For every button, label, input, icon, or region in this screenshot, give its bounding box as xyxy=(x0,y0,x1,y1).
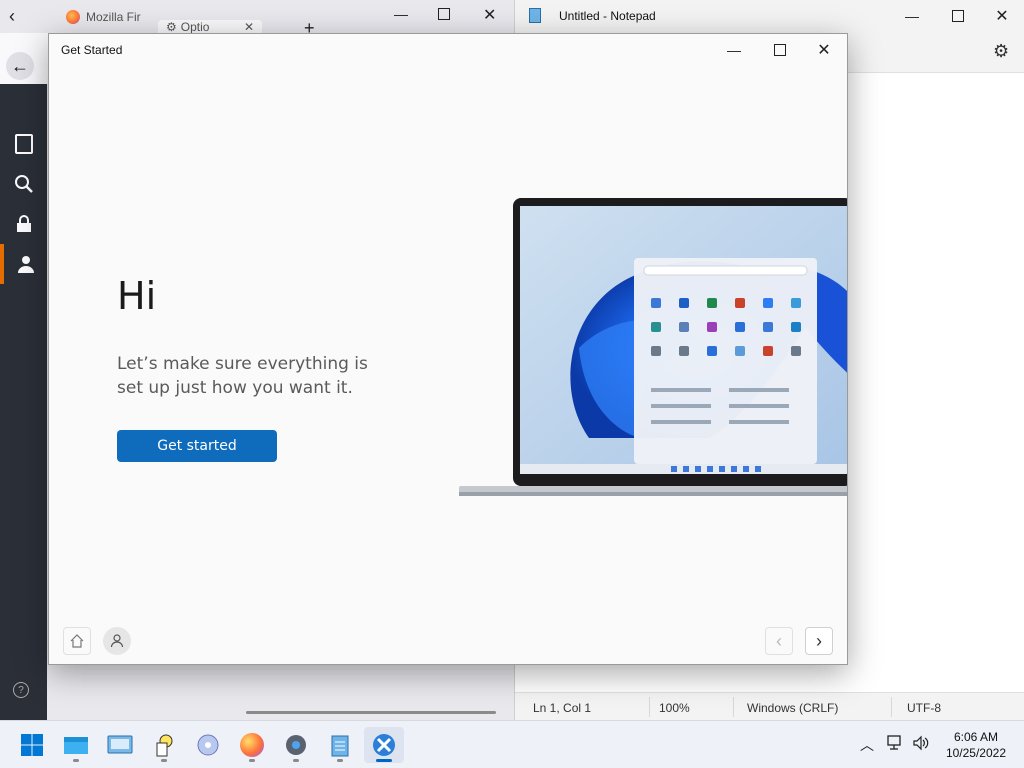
system-clock[interactable]: 6:06 AM 10/25/2022 xyxy=(946,729,1006,761)
firefox-icon xyxy=(66,9,80,24)
running-indicator xyxy=(337,759,343,762)
notepad-titlebar: Untitled - Notepad — ✕ xyxy=(515,0,1024,32)
maximize-icon[interactable] xyxy=(438,8,450,20)
settings-gear-icon xyxy=(286,735,306,755)
taskbar-get-started[interactable] xyxy=(364,727,404,763)
status-divider xyxy=(649,697,650,717)
notepad-status-bar: Ln 1, Col 1 100% Windows (CRLF) UTF-8 xyxy=(515,692,1024,721)
firefox-preferences-sidebar: ? xyxy=(0,84,47,720)
folder-icon xyxy=(64,737,88,754)
notepad-icon xyxy=(331,735,349,757)
get-started-button[interactable]: Get started xyxy=(117,430,277,462)
line-ending: Windows (CRLF) xyxy=(747,701,839,715)
windows-logo-icon xyxy=(21,734,43,756)
page-heading: Hi xyxy=(117,274,157,318)
firefox-tab-bar: ‹ Mozilla Fir ⚙ Optio ✕ + — ✕ xyxy=(0,0,514,38)
laptop-illustration xyxy=(459,198,847,498)
account-icon[interactable] xyxy=(0,244,47,284)
get-started-icon xyxy=(373,734,395,756)
clock-date: 10/25/2022 xyxy=(945,746,1006,760)
encoding: UTF-8 xyxy=(907,701,941,715)
minimize-button[interactable]: — xyxy=(711,34,757,66)
media-disc-icon xyxy=(197,734,219,756)
running-indicator xyxy=(161,759,167,762)
taskbar: ︿ 6:06 AM 10/25/2022 xyxy=(0,720,1024,768)
tab-label: Mozilla Fir xyxy=(86,9,141,24)
tab-label: Optio xyxy=(180,20,210,33)
taskbar-settings[interactable] xyxy=(276,727,316,763)
page-subtitle: Let’s make sure everything is set up jus… xyxy=(117,354,368,398)
settings-gear-icon[interactable]: ⚙ xyxy=(993,41,1009,62)
status-divider xyxy=(891,697,892,717)
start-button[interactable] xyxy=(12,727,52,763)
home-button[interactable] xyxy=(63,627,91,655)
notepad-icon xyxy=(529,8,541,23)
active-indicator xyxy=(376,759,392,762)
gear-icon: ⚙ xyxy=(166,20,177,33)
taskbar-tips[interactable] xyxy=(144,727,184,763)
lightbulb-icon xyxy=(156,734,173,757)
network-icon[interactable] xyxy=(886,734,904,757)
help-icon[interactable]: ? xyxy=(13,682,29,698)
cursor-position: Ln 1, Col 1 xyxy=(533,701,592,715)
search-icon[interactable] xyxy=(0,164,47,204)
taskbar-firefox[interactable] xyxy=(232,727,272,763)
chevron-left-icon: ‹ xyxy=(776,630,782,651)
status-divider xyxy=(733,697,734,717)
close-tab-icon[interactable]: ✕ xyxy=(244,20,254,33)
general-icon[interactable] xyxy=(0,124,47,164)
running-indicator xyxy=(249,759,255,762)
taskbar-control-panel[interactable] xyxy=(100,727,140,763)
running-indicator xyxy=(73,759,79,762)
notepad-title: Untitled - Notepad xyxy=(559,9,656,23)
maximize-button[interactable] xyxy=(757,34,803,66)
taskbar-notepad[interactable] xyxy=(320,727,360,763)
maximize-button[interactable] xyxy=(935,0,981,32)
firefox-icon xyxy=(240,733,264,757)
zoom-level: 100% xyxy=(659,701,690,715)
get-started-window: Get Started — ✕ Hi Let’s make sure every… xyxy=(48,33,848,665)
taskbar-file-explorer[interactable] xyxy=(56,727,96,763)
minimize-button[interactable]: — xyxy=(889,0,935,32)
running-indicator xyxy=(293,759,299,762)
chevron-right-icon: › xyxy=(816,630,822,651)
close-icon[interactable]: ✕ xyxy=(483,5,496,25)
clock-time: 6:06 AM xyxy=(953,730,998,744)
previous-button[interactable]: ‹ xyxy=(765,627,793,655)
tab-mozilla[interactable]: Mozilla Fir xyxy=(56,0,156,33)
person-icon xyxy=(110,634,124,648)
control-panel-icon xyxy=(107,735,133,754)
lock-icon[interactable] xyxy=(0,204,47,244)
window-title: Get Started xyxy=(61,43,123,57)
chevron-up-icon[interactable]: ︿ xyxy=(860,735,874,755)
close-button[interactable]: ✕ xyxy=(801,34,847,66)
close-button[interactable]: ✕ xyxy=(979,0,1024,32)
tab-scroll-left-icon[interactable]: ‹ xyxy=(0,0,24,33)
minimize-icon[interactable]: — xyxy=(394,6,408,22)
volume-icon[interactable] xyxy=(912,734,930,757)
account-button[interactable] xyxy=(103,627,131,655)
next-button[interactable]: › xyxy=(805,627,833,655)
taskbar-media-player[interactable] xyxy=(188,727,228,763)
tab-options[interactable]: ⚙ Optio ✕ xyxy=(158,20,262,33)
horizontal-scrollbar[interactable] xyxy=(246,711,496,714)
home-icon xyxy=(70,634,84,648)
back-arrow-icon[interactable]: ← xyxy=(6,52,34,80)
